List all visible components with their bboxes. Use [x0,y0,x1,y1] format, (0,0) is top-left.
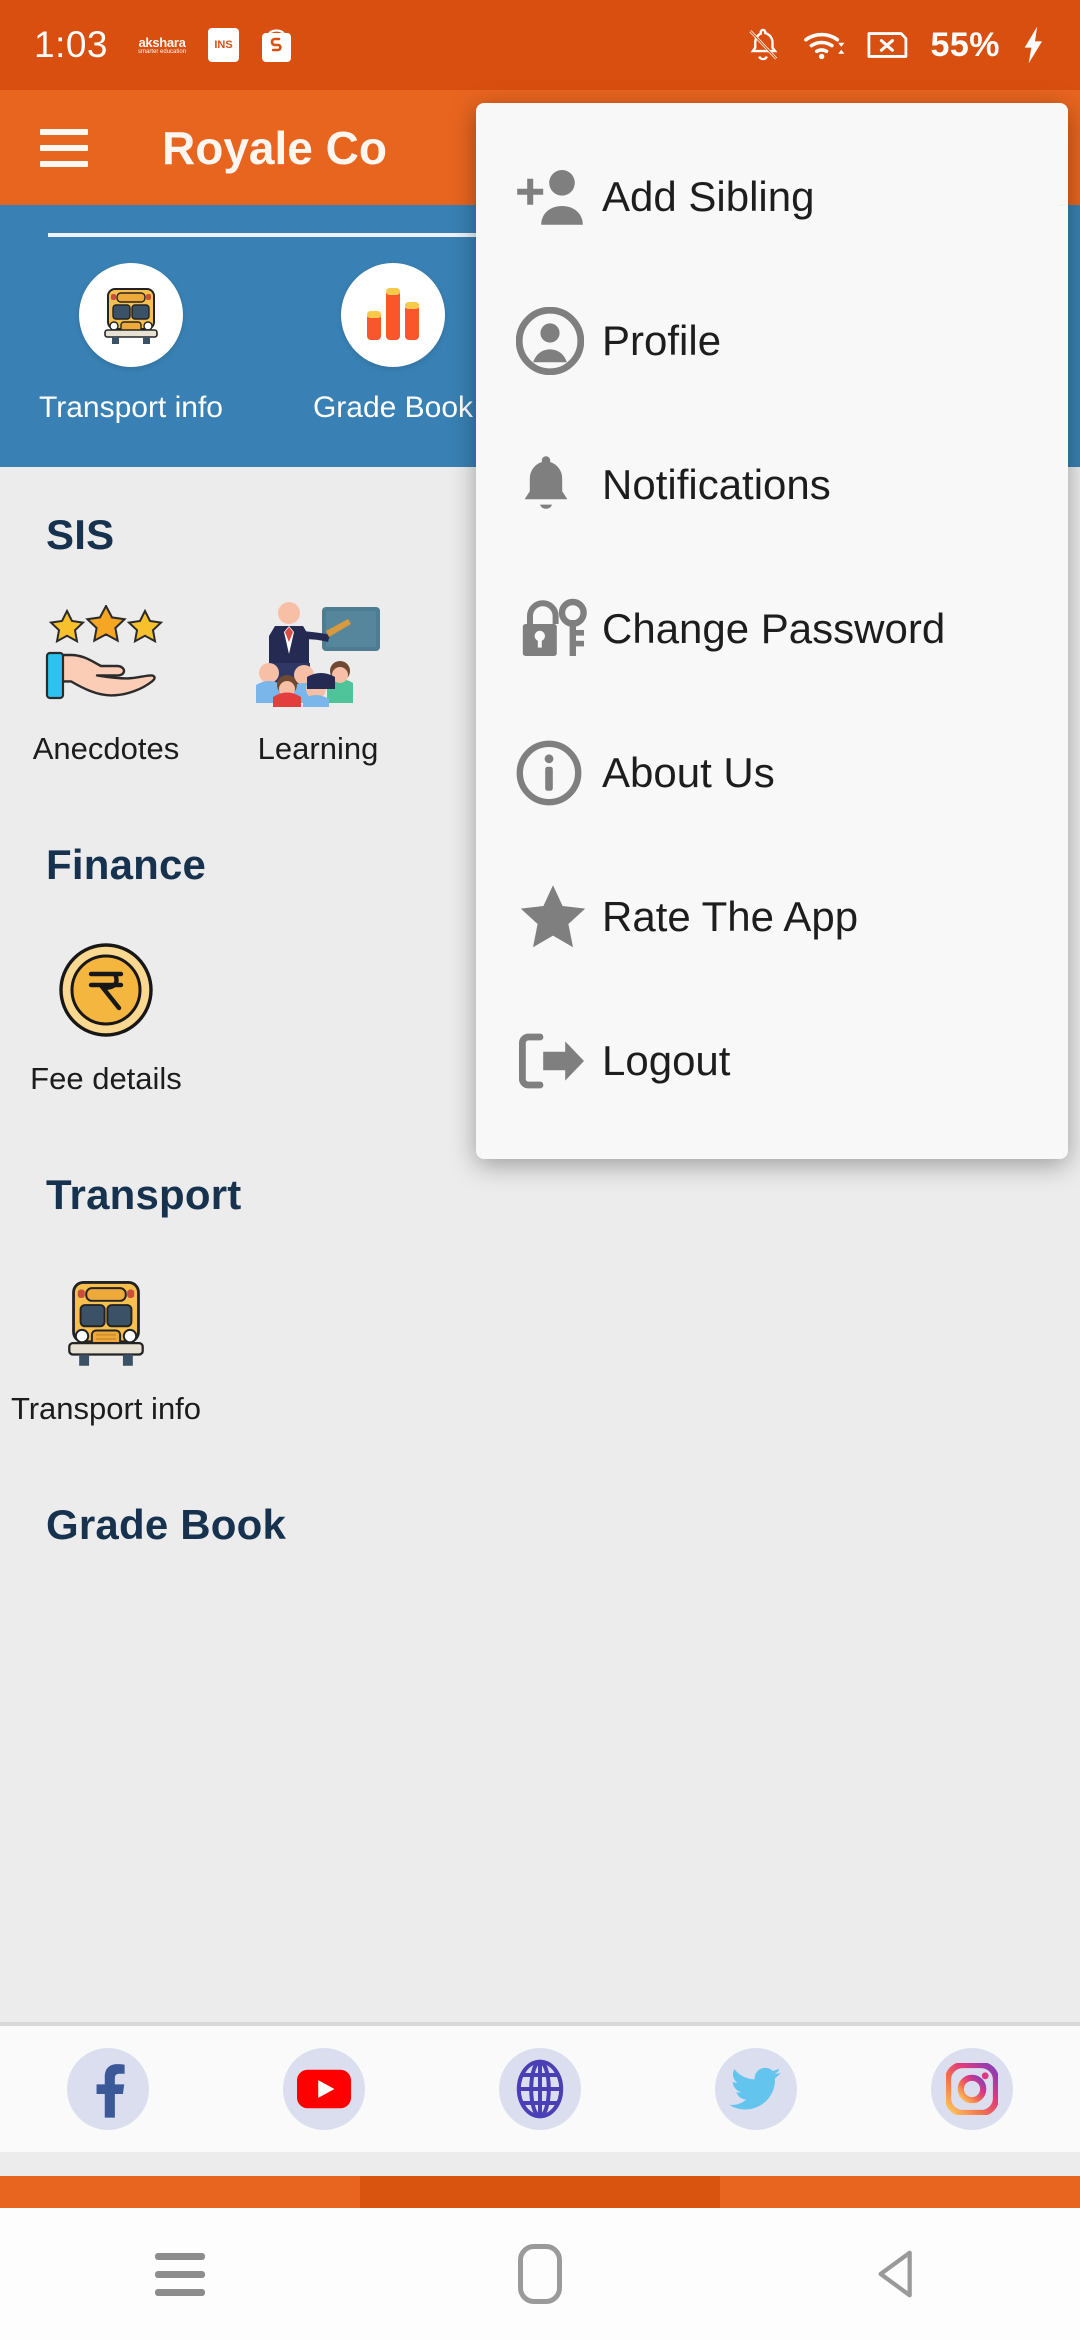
quick-link-label: Transport info [39,391,223,424]
section-transport: Transport Transport info [0,1127,1080,1457]
tile-row: Transport info [0,1219,1080,1457]
hamburger-icon[interactable] [40,128,88,167]
social-link-instagram[interactable] [864,2048,1080,2130]
sim-no-signal-icon [867,32,908,58]
status-bar: 1:03 akshara smarter education INS 55% [0,0,1080,90]
menu-item-rate-the-app[interactable]: Rate The App [476,845,1068,989]
menu-item-label: Logout [602,1037,731,1084]
bell-icon [516,451,602,519]
tile-fee-details[interactable]: Fee details [0,927,212,1097]
person-add-icon [516,166,602,228]
bottom-accent-strip [0,2176,1080,2208]
social-link-website[interactable] [432,2048,648,2130]
menu-item-add-sibling[interactable]: Add Sibling [476,125,1068,269]
school-bus-icon [79,263,183,367]
instagram-icon [931,2048,1013,2130]
akshara-app-logo-icon: akshara smarter education [138,36,186,55]
tile-transport-info[interactable]: Transport info [0,1257,212,1427]
bell-off-icon [749,28,778,61]
akshara-logo-text: akshara [138,34,186,50]
tile-label: Anecdotes [32,731,180,766]
youtube-icon [283,2048,365,2130]
recents-button[interactable] [0,2252,360,2296]
shopping-app-logo-icon [261,27,292,63]
menu-item-notifications[interactable]: Notifications [476,413,1068,557]
menu-item-profile[interactable]: Profile [476,269,1068,413]
school-bus-icon [58,1257,154,1369]
home-icon [518,2244,562,2304]
menu-item-about-us[interactable]: About Us [476,701,1068,845]
teacher-classroom-icon [252,597,384,709]
menu-item-label: Profile [602,317,722,364]
ins-logo-text: INS [214,39,233,51]
lock-key-icon [516,594,602,664]
menu-item-label: Add Sibling [602,173,815,220]
home-button[interactable] [360,2244,720,2304]
social-link-youtube[interactable] [216,2048,432,2130]
menu-item-label: About Us [602,749,775,796]
recents-icon [155,2252,205,2296]
social-link-twitter[interactable] [648,2048,864,2130]
social-links-bar [0,2022,1080,2152]
menu-item-label: Change Password [602,605,946,652]
status-bar-notification-icons: akshara smarter education INS [138,27,292,63]
menu-item-label: Notifications [602,461,831,508]
menu-item-change-password[interactable]: Change Password [476,557,1068,701]
back-icon [878,2250,912,2298]
tile-label: Fee details [30,1061,182,1096]
system-navigation-bar [0,2208,1080,2340]
menu-item-logout[interactable]: Logout [476,989,1068,1133]
status-bar-clock: 1:03 [34,24,109,65]
star-icon [516,882,602,952]
ins-app-logo-icon: INS [208,28,240,62]
status-bar-system-icons: 55% [744,25,1046,65]
charging-bolt-icon [1024,26,1042,64]
battery-percent-label: 55% [930,25,1000,64]
page-title: Royale Co [162,121,387,174]
twitter-icon [715,2048,797,2130]
hand-with-stars-icon [43,597,169,709]
social-link-facebook[interactable] [0,2048,216,2130]
section-heading: Grade Book [46,1501,287,1548]
tile-label: Learning [257,731,379,766]
section-grade-book: Grade Book [0,1457,1080,1549]
rupee-coin-icon [57,927,155,1039]
quick-link-label: Grade Book [312,391,474,424]
akshara-logo-subtext: smarter education [138,48,187,55]
menu-item-label: Rate The App [602,893,859,940]
back-button[interactable] [720,2245,1080,2303]
tile-anecdotes[interactable]: Anecdotes [0,597,212,767]
tile-learning[interactable]: Learning [212,597,424,767]
account-circle-icon [516,307,602,375]
website-icon [499,2048,581,2130]
quick-link-transport-info[interactable]: Transport info [0,263,262,425]
facebook-icon [67,2048,149,2130]
logout-arrow-icon [516,1029,602,1093]
bar-chart-icon [341,263,445,367]
wifi-icon [804,32,845,60]
tile-label: Transport info [10,1391,202,1426]
info-circle-icon [516,740,602,806]
overflow-menu: Add Sibling Profile Notifications Change… [476,103,1068,1159]
